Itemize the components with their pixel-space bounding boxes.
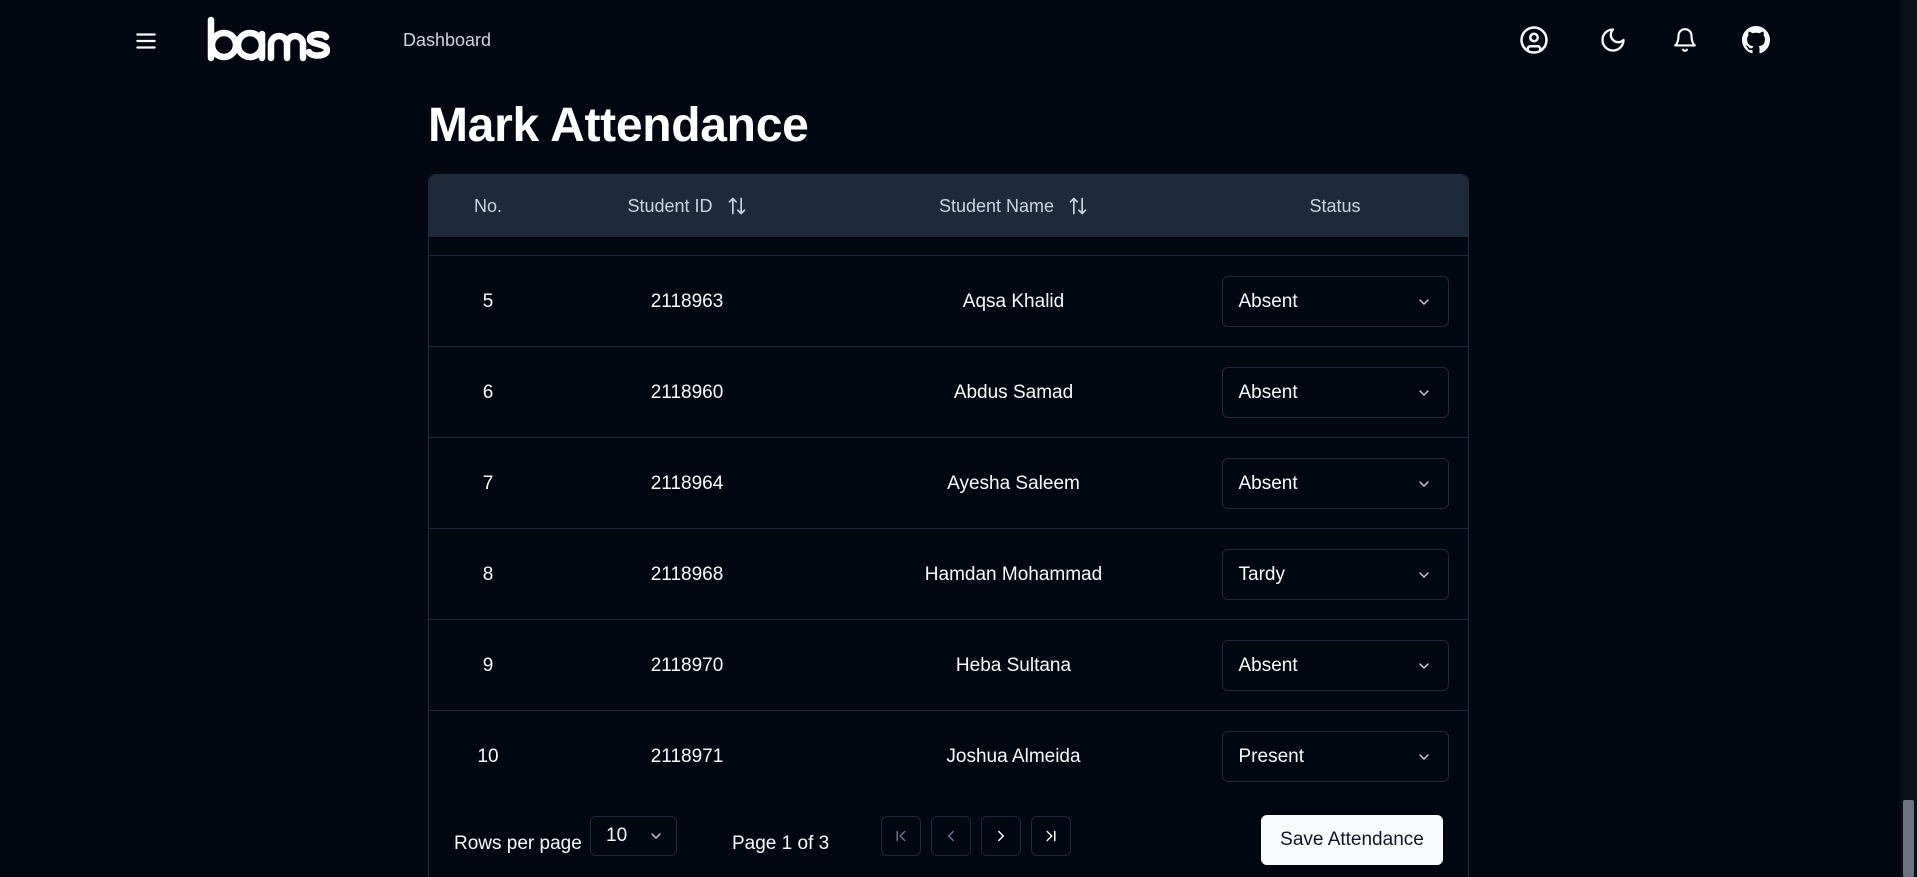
chevron-down-icon [1418,480,1429,487]
table-row: 10 2118971 Joshua Almeida Present [429,710,1468,801]
chevron-down-icon [1418,753,1429,760]
attendance-table: No. Student ID Student Name Status 5 211… [428,174,1469,877]
table-row: 8 2118968 Hamdan Mohammad Tardy [429,528,1468,619]
sort-arrows-icon[interactable] [727,196,747,216]
table-row: 5 2118963 Aqsa Khalid Absent [429,255,1468,346]
column-header-student-id[interactable]: Student ID [547,175,827,237]
save-attendance-button[interactable]: Save Attendance [1261,815,1443,865]
table-row: 7 2118964 Ayesha Saleem Absent [429,437,1468,528]
cell-student-id: 2118963 [650,290,724,312]
bams-logo[interactable]: bams [205,14,330,66]
last-page-icon [1046,830,1056,842]
cell-student-id: 2118970 [650,654,724,676]
status-select[interactable]: Absent [1221,276,1449,327]
status-value: Absent [1238,381,1298,403]
cell-student-name: Heba Sultana [955,654,1072,676]
menu-icon[interactable] [133,28,159,54]
status-value: Present [1238,745,1304,767]
page-title: Mark Attendance [428,99,809,152]
column-header-label: Student ID [627,195,713,216]
sort-arrows-icon[interactable] [1068,196,1088,216]
cell-student-name: Joshua Almeida [946,745,1081,767]
top-navigation-bar: bams Dashboard [0,0,1900,80]
previous-page-button[interactable] [931,816,971,856]
cell-no: 5 [482,290,494,312]
page-scrollbar[interactable] [1900,0,1917,877]
rows-per-page-select[interactable]: 10 [590,816,677,856]
status-select[interactable]: Absent [1221,458,1449,509]
status-select[interactable]: Present [1221,731,1449,782]
chevron-down-icon [1418,662,1429,669]
column-header-student-name[interactable]: Student Name [827,175,1200,237]
cell-student-id: 2118971 [650,745,724,767]
next-page-button[interactable] [981,816,1021,856]
cell-no: 6 [482,381,494,403]
cell-student-id: 2118960 [650,381,724,403]
nav-dashboard-link[interactable]: Dashboard [403,30,491,51]
table-row: 6 2118960 Abdus Samad Absent [429,346,1468,437]
cell-student-name: Aqsa Khalid [962,290,1065,312]
chevron-down-icon [1418,298,1429,305]
rows-per-page-label: Rows per page [454,833,582,854]
table-header-row: No. Student ID Student Name Status [429,175,1468,237]
cell-no: 10 [477,745,499,767]
cell-student-id: 2118968 [650,563,724,585]
cell-student-name: Ayesha Saleem [947,472,1080,494]
status-select[interactable]: Absent [1221,367,1449,418]
chevron-down-icon [1418,571,1429,578]
github-icon[interactable] [1738,22,1774,58]
chevron-down-icon [651,833,661,839]
cell-status: Absent [1200,256,1468,347]
status-value: Absent [1238,472,1298,494]
rows-per-page-value: 10 [606,825,628,846]
cell-status: Present [1200,711,1468,802]
chevron-left-icon [947,830,954,842]
cell-status: Absent [1200,620,1468,711]
status-select[interactable]: Tardy [1221,549,1449,600]
cell-status: Absent [1200,347,1468,438]
chevron-down-icon [1418,389,1429,396]
page-info: Page 1 of 3 [732,833,830,854]
column-header-label: Student Name [938,195,1055,216]
status-value: Absent [1238,654,1298,676]
status-select[interactable]: Absent [1221,640,1449,691]
cell-no: 7 [482,472,494,494]
chevron-right-icon [998,830,1005,842]
cell-student-name: Abdus Samad [953,381,1074,403]
scrollbar-thumb[interactable] [1903,800,1914,877]
cell-no: 9 [482,654,494,676]
last-page-button[interactable] [1031,816,1071,856]
table-footer: Rows per page 10 Page 1 of 3 Save Attend… [429,815,1468,877]
cell-student-name: Hamdan Mohammad [924,563,1103,585]
bell-icon[interactable] [1667,22,1703,58]
cell-student-id: 2118964 [650,472,724,494]
cell-status: Absent [1200,438,1468,529]
column-header-label: No. [473,195,502,216]
column-header-no: No. [429,175,547,237]
column-header-status: Status [1200,175,1468,237]
first-page-button[interactable] [881,816,921,856]
cell-no: 8 [482,563,494,585]
table-row: 9 2118970 Heba Sultana Absent [429,619,1468,710]
status-value: Tardy [1238,563,1285,585]
first-page-icon [896,830,906,842]
user-circle-icon[interactable] [1516,22,1552,58]
moon-icon[interactable] [1595,22,1631,58]
cell-status: Tardy [1200,529,1468,620]
column-header-label: Status [1309,195,1361,216]
status-value: Absent [1238,290,1298,312]
